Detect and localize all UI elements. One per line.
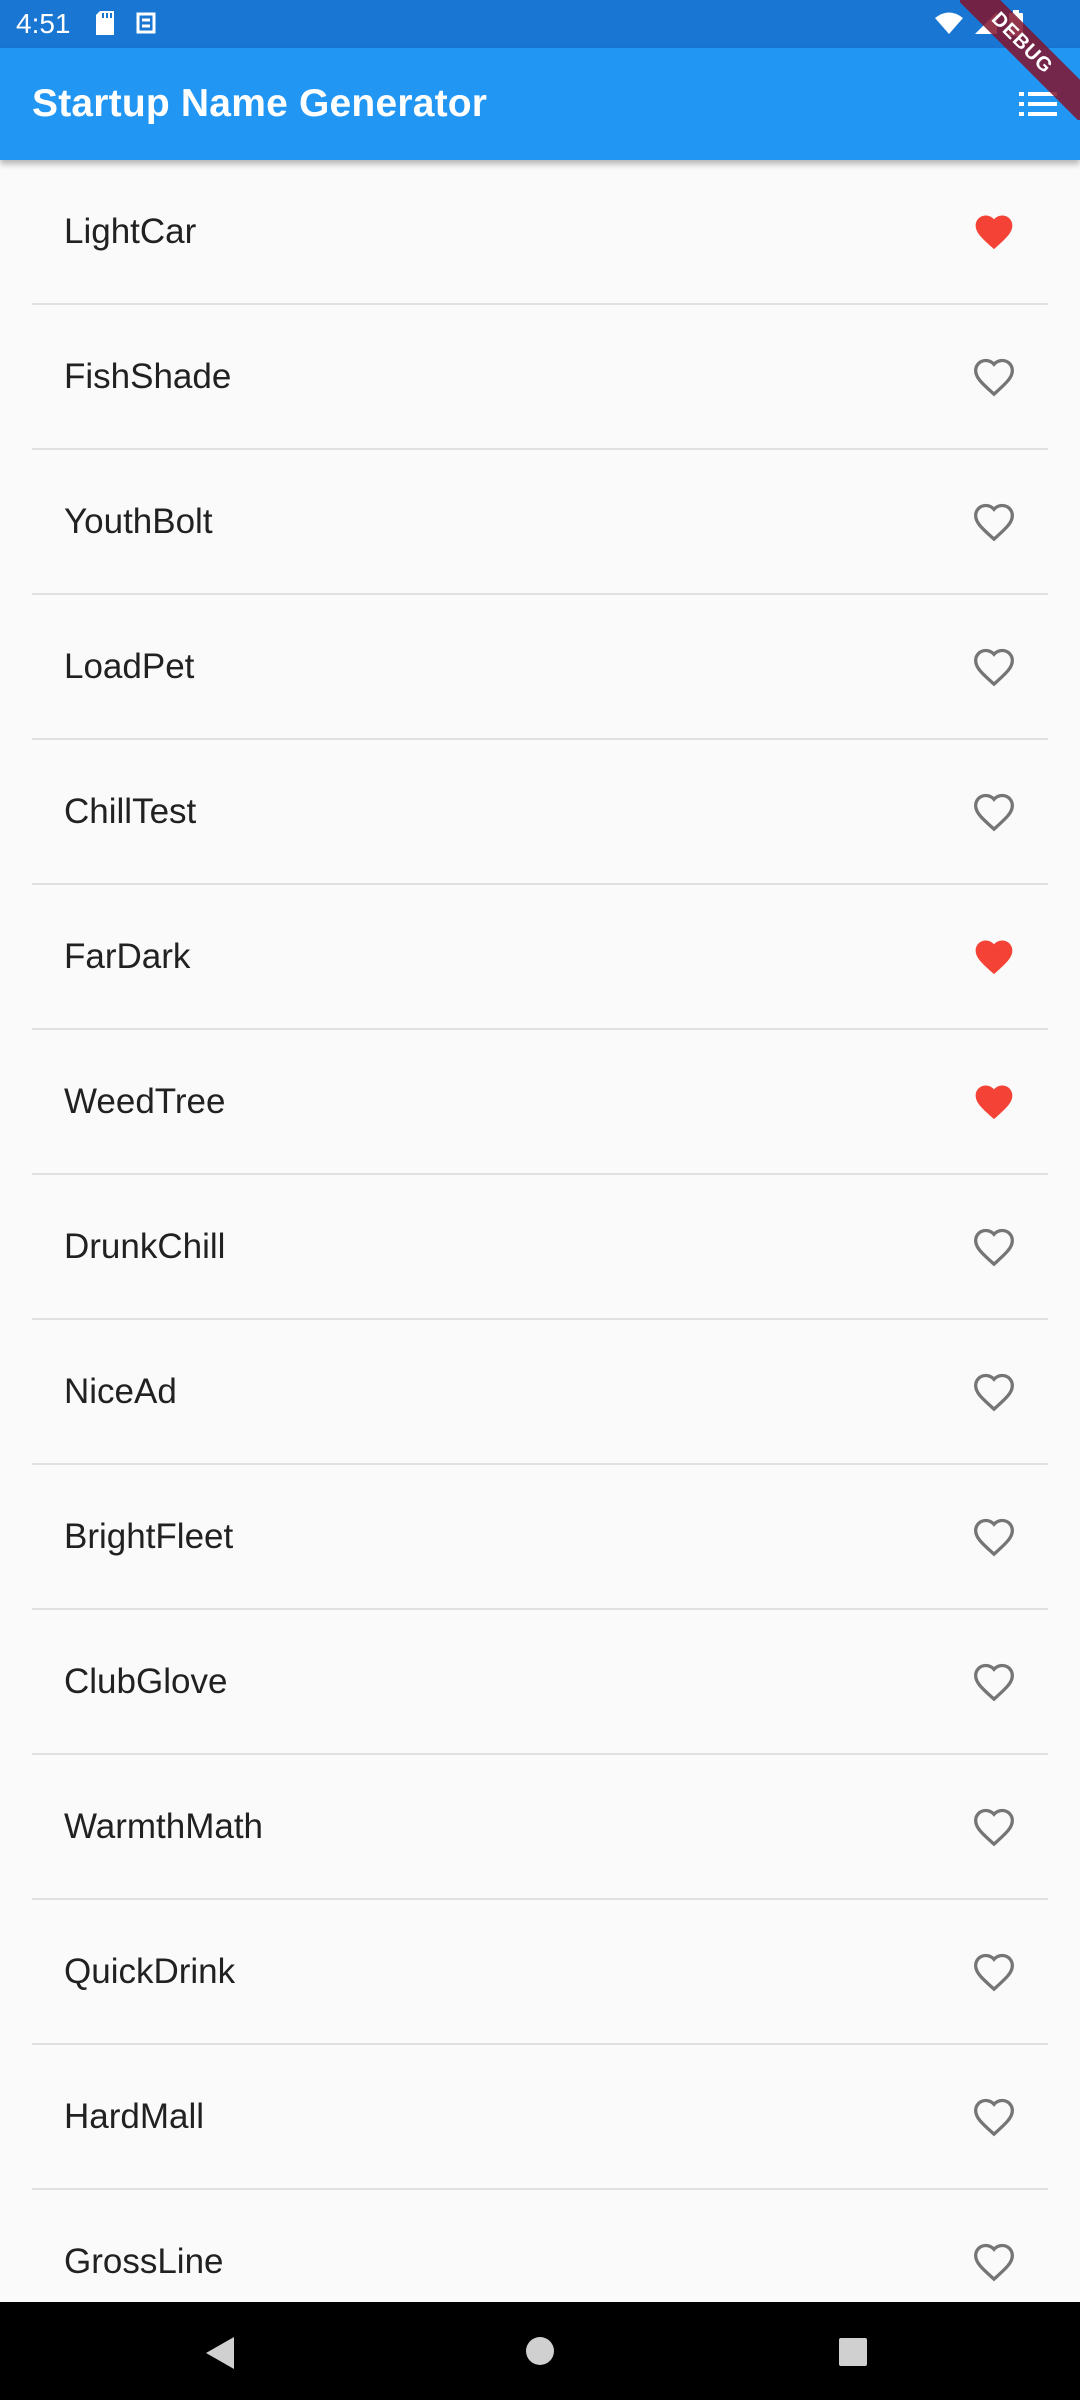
favorite-outline-icon[interactable] (972, 645, 1016, 689)
favorite-outline-icon[interactable] (972, 790, 1016, 834)
list-item[interactable]: GrossLine (32, 2190, 1048, 2302)
sd-card-icon (94, 10, 116, 41)
list-item[interactable]: HardMall (32, 2045, 1048, 2190)
wifi-icon (934, 11, 964, 40)
favorite-outline-icon[interactable] (972, 1950, 1016, 1994)
list-item[interactable]: LightCar (32, 160, 1048, 305)
favorite-outline-icon[interactable] (972, 1660, 1016, 1704)
list-item[interactable]: ClubGlove (32, 1610, 1048, 1755)
suggestion-name: FishShade (64, 357, 232, 396)
list-item[interactable]: WeedTree (32, 1030, 1048, 1175)
recents-button[interactable] (838, 2337, 868, 2372)
favorite-filled-icon[interactable] (972, 1080, 1016, 1124)
suggestion-name: GrossLine (64, 2242, 224, 2281)
list-item[interactable]: WarmthMath (32, 1755, 1048, 1900)
sync-icon (134, 10, 158, 41)
suggestion-name: ChillTest (64, 792, 197, 831)
suggestion-name: DrunkChill (64, 1227, 226, 1266)
favorite-outline-icon[interactable] (972, 2095, 1016, 2139)
favorite-outline-icon[interactable] (972, 1225, 1016, 1269)
app-bar-title: Startup Name Generator (32, 82, 488, 125)
status-time: 4:51 (16, 8, 71, 39)
suggestion-name: ClubGlove (64, 1662, 228, 1701)
list-item[interactable]: NiceAd (32, 1320, 1048, 1465)
battery-icon (1008, 10, 1024, 41)
favorite-outline-icon[interactable] (972, 1515, 1016, 1559)
home-button[interactable] (524, 2335, 556, 2372)
suggestion-name: LightCar (64, 212, 197, 251)
favorite-outline-icon[interactable] (972, 500, 1016, 544)
status-left-icons (94, 10, 158, 41)
home-icon (526, 2337, 554, 2365)
suggestion-name: LoadPet (64, 647, 195, 686)
navigation-bar (0, 2302, 1080, 2400)
suggestion-name: QuickDrink (64, 1952, 236, 1991)
list-item[interactable]: DrunkChill (32, 1175, 1048, 1320)
favorite-filled-icon[interactable] (972, 210, 1016, 254)
status-bar: 4:51 (0, 0, 1080, 48)
suggestion-list[interactable]: LightCar FishShade YouthBolt LoadPet ChillTe… (0, 160, 1080, 2302)
list-item[interactable]: ChillTest (32, 740, 1048, 885)
suggestion-name: FarDark (64, 937, 191, 976)
recents-icon (839, 2338, 867, 2366)
suggestion-name: YouthBolt (64, 502, 213, 541)
list-item[interactable]: YouthBolt (32, 450, 1048, 595)
suggestion-name: NiceAd (64, 1372, 177, 1411)
status-right-icons (934, 10, 1024, 41)
suggestion-name: WarmthMath (64, 1807, 264, 1846)
suggestion-name: HardMall (64, 2097, 205, 2136)
list-item[interactable]: FishShade (32, 305, 1048, 450)
app-bar: Startup Name Generator (0, 48, 1080, 160)
favorite-outline-icon[interactable] (972, 1805, 1016, 1849)
favorite-outline-icon[interactable] (972, 1370, 1016, 1414)
list-icon (1019, 92, 1057, 116)
list-item[interactable]: QuickDrink (32, 1900, 1048, 2045)
saved-list-button[interactable] (1012, 78, 1064, 130)
list-item[interactable]: LoadPet (32, 595, 1048, 740)
favorite-outline-icon[interactable] (972, 355, 1016, 399)
suggestion-name: BrightFleet (64, 1517, 234, 1556)
suggestion-name: WeedTree (64, 1082, 226, 1121)
list-item[interactable]: BrightFleet (32, 1465, 1048, 1610)
favorite-outline-icon[interactable] (972, 2240, 1016, 2284)
signal-icon (974, 11, 998, 40)
favorite-filled-icon[interactable] (972, 935, 1016, 979)
list-item[interactable]: FarDark (32, 885, 1048, 1030)
back-icon (206, 2337, 234, 2369)
back-button[interactable] (205, 2336, 235, 2375)
